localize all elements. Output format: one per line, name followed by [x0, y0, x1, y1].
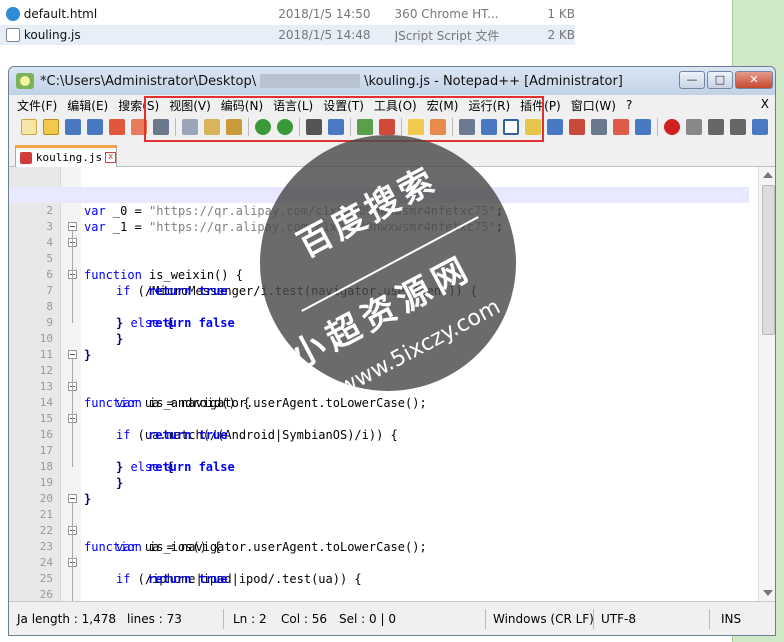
status-selection: Sel : 0 | 0: [339, 612, 396, 626]
tab-close-icon[interactable]: x: [105, 152, 116, 163]
open-file-icon[interactable]: [43, 119, 59, 135]
notepad-plus-plus-icon: [16, 73, 34, 89]
code-line: 23 if (/iphone|ipad|ipod/.test(ua)) {: [9, 523, 749, 586]
play-macro-icon[interactable]: [708, 119, 724, 135]
status-divider: [223, 609, 224, 629]
code-line: 18 }: [9, 443, 749, 490]
fold-toggle-icon[interactable]: [68, 350, 77, 359]
code-line: 24 return true: [9, 539, 749, 586]
code-line: 16 } else {: [9, 411, 749, 474]
document-map-icon[interactable]: [547, 119, 563, 135]
file-date: 2018/1/5 14:48: [278, 28, 371, 42]
status-encoding: UTF-8: [601, 612, 636, 626]
close-button[interactable]: ✕: [735, 71, 773, 89]
menu-file[interactable]: 文件(F): [17, 97, 57, 114]
redacted-path-segment: [260, 74, 361, 88]
run-macro-multiple-icon[interactable]: [730, 119, 746, 135]
file-size: 1 KB: [547, 7, 575, 21]
code-line: 21 function is_ios() {: [9, 491, 749, 554]
file-type: 360 Chrome HT...: [394, 7, 499, 21]
window-title: *C:\Users\Administrator\Desktop\ \kouling…: [40, 74, 623, 89]
function-list-icon[interactable]: [569, 119, 585, 135]
folder-as-workspace-icon[interactable]: [591, 119, 607, 135]
maximize-button[interactable]: □: [707, 71, 733, 89]
scroll-down-icon[interactable]: [763, 590, 773, 596]
status-length: Ja length : 1,478: [17, 612, 116, 626]
jscript-file-icon: [6, 28, 20, 42]
code-line: 17 return false: [9, 427, 749, 474]
file-date: 2018/1/5 14:50: [278, 7, 371, 21]
code-line: 22 var ua = navigator.userAgent.toLowerC…: [9, 507, 749, 554]
status-bar: Ja length : 1,478 lines : 73 Ln : 2 Col …: [9, 601, 775, 635]
tab-label: kouling.js: [35, 151, 103, 164]
status-insert-mode: INS: [721, 612, 742, 626]
fold-toggle-icon[interactable]: [68, 222, 77, 231]
minimize-button[interactable]: —: [679, 71, 705, 89]
menu-help[interactable]: ?: [626, 98, 632, 112]
close-icon[interactable]: [109, 119, 125, 135]
file-row-kouling-js[interactable]: kouling.js 2018/1/5 14:48 JScript Script…: [0, 25, 575, 45]
status-lines: lines : 73: [127, 612, 182, 626]
code-line: 20: [9, 475, 749, 505]
stop-macro-icon[interactable]: [686, 119, 702, 135]
file-name: default.html: [23, 7, 98, 21]
code-line: 19 }: [9, 459, 749, 506]
status-divider: [709, 609, 710, 629]
macro-icon[interactable]: [635, 119, 651, 135]
menu-edit[interactable]: 编辑(E): [67, 97, 108, 114]
record-macro-icon[interactable]: [664, 119, 680, 135]
save-all-icon[interactable]: [87, 119, 103, 135]
fold-guide: [72, 359, 73, 467]
unsaved-file-icon: [20, 151, 32, 164]
watermark-text-top: 百度搜索: [291, 159, 445, 266]
save-icon[interactable]: [65, 119, 81, 135]
tab-kouling-js[interactable]: kouling.js x: [15, 145, 117, 167]
scrollbar-thumb[interactable]: [762, 185, 775, 335]
code-line: 27 }: [9, 587, 749, 601]
new-file-icon[interactable]: [21, 119, 37, 135]
status-divider: [593, 609, 594, 629]
save-macro-icon[interactable]: [752, 119, 768, 135]
file-name: kouling.js: [23, 28, 81, 42]
scroll-up-icon[interactable]: [763, 172, 773, 178]
file-size: 2 KB: [547, 28, 575, 42]
fold-guide: [72, 503, 73, 601]
menu-window[interactable]: 窗口(W): [571, 97, 616, 114]
file-row-default-html[interactable]: default.html 2018/1/5 14:50 360 Chrome H…: [0, 4, 575, 24]
file-type: JScript Script 文件: [394, 28, 500, 43]
title-path-prefix: *C:\Users\Administrator\Desktop\: [40, 73, 257, 89]
fold-toggle-icon[interactable]: [68, 494, 77, 503]
monitoring-icon[interactable]: [613, 119, 629, 135]
fold-guide: [72, 231, 73, 323]
close-document-button[interactable]: X: [761, 97, 769, 111]
status-line-position: Ln : 2: [233, 612, 267, 626]
toolbar-separator: [657, 118, 658, 136]
code-line: 25 } else {: [9, 555, 749, 585]
status-divider: [485, 609, 486, 629]
highlight-annotation-box: [144, 96, 544, 142]
vertical-scrollbar[interactable]: [758, 167, 775, 601]
title-bar[interactable]: *C:\Users\Administrator\Desktop\ \kouling…: [9, 67, 775, 95]
watermark-seal: 百度搜索 小超资源网 www.5ixczy.com: [260, 135, 516, 391]
code-line: 26 return false: [9, 571, 749, 601]
status-eol: Windows (CR LF): [493, 612, 594, 626]
status-column: Col : 56: [281, 612, 327, 626]
chrome-html-file-icon: [6, 7, 20, 21]
code-line: 15 return true: [9, 395, 749, 442]
title-path-suffix: \kouling.js - Notepad++ [Administrator]: [364, 73, 623, 89]
